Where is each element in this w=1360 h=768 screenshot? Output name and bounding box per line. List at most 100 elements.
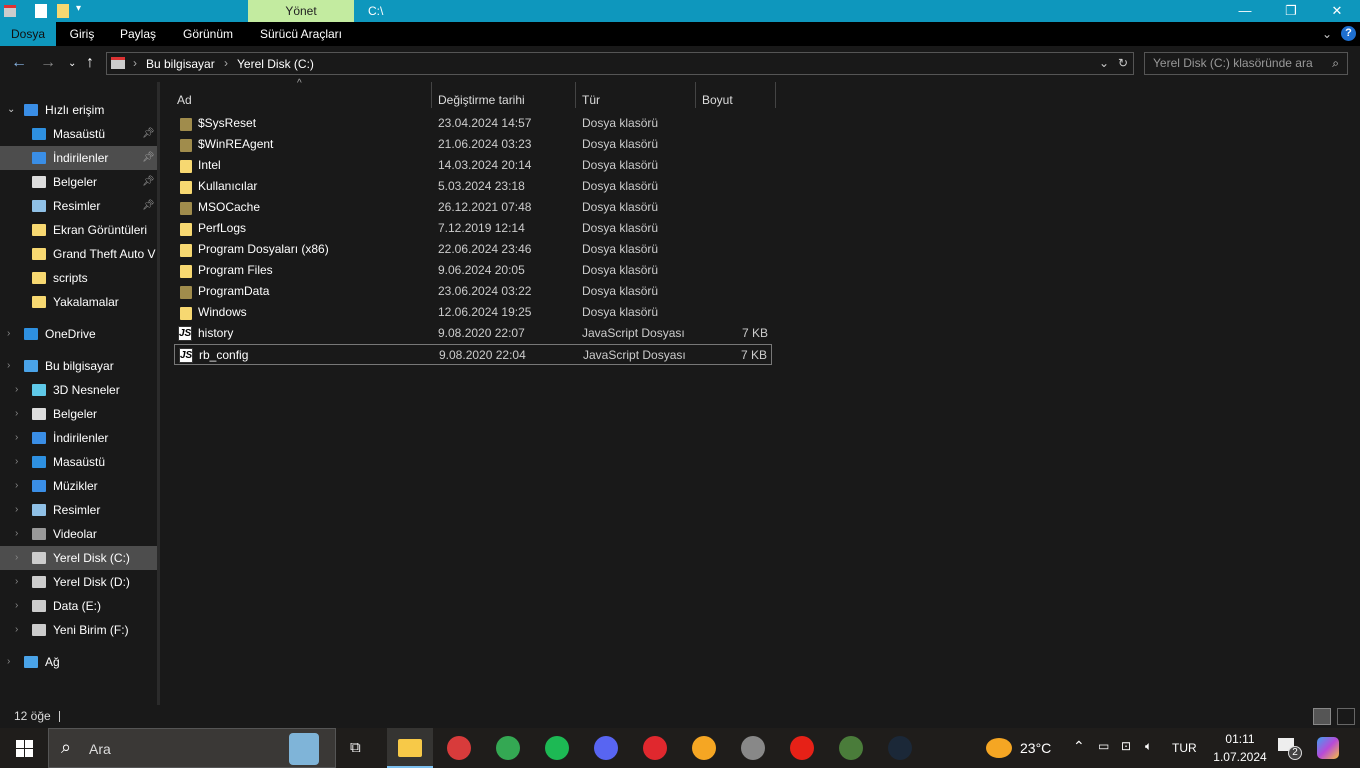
clock-date[interactable]: 1.07.2024	[1208, 750, 1272, 764]
chevron-right-icon[interactable]: ›	[15, 594, 18, 618]
sidebar-item[interactable]: › 3D Nesneler	[0, 378, 157, 402]
sidebar-item[interactable]: Grand Theft Auto V	[0, 242, 157, 266]
chevron-right-icon[interactable]: ›	[15, 618, 18, 642]
sidebar-item[interactable]: › Ağ	[0, 650, 157, 674]
customize-toolbar-icon[interactable]: ▾	[76, 3, 81, 14]
chevron-right-icon[interactable]: ›	[15, 402, 18, 426]
help-icon[interactable]: ?	[1341, 26, 1356, 41]
column-header-name[interactable]: Ad	[177, 88, 192, 112]
column-divider[interactable]	[575, 82, 576, 108]
sidebar-item[interactable]: › Yerel Disk (D:)	[0, 570, 157, 594]
file-row[interactable]: PerfLogs 7.12.2019 12:14 Dosya klasörü	[174, 218, 772, 239]
clock-time[interactable]: 01:11	[1220, 732, 1260, 746]
search-input[interactable]: Yerel Disk (C:) klasöründe ara ⌕	[1144, 52, 1348, 75]
discord-taskbar-icon[interactable]	[594, 736, 618, 760]
file-row[interactable]: Program Files 9.06.2024 20:05 Dosya klas…	[174, 260, 772, 281]
volume-icon[interactable]: 🔈︎	[1145, 739, 1152, 754]
sidebar-item[interactable]: Ekran Görüntüleri	[0, 218, 157, 242]
chevron-right-icon[interactable]: ›	[7, 354, 10, 378]
spotify-taskbar-icon[interactable]	[545, 736, 569, 760]
up-button[interactable]: ↑	[86, 54, 94, 72]
app-car-taskbar-icon[interactable]	[741, 736, 765, 760]
forward-button[interactable]: →	[40, 54, 56, 72]
details-view-button[interactable]	[1313, 708, 1331, 725]
show-hidden-icons[interactable]: ⌃	[1073, 738, 1085, 755]
new-folder-icon[interactable]	[57, 4, 69, 18]
sidebar-item[interactable]: Belgeler 📌︎	[0, 170, 157, 194]
file-row[interactable]: $WinREAgent 21.06.2024 03:23 Dosya klasö…	[174, 134, 772, 155]
column-header-date[interactable]: Değiştirme tarihi	[438, 88, 525, 112]
windows-start-icon[interactable]	[16, 740, 33, 757]
app-youtube-taskbar-icon[interactable]	[790, 736, 814, 760]
pin-icon[interactable]: 📌︎	[142, 146, 155, 170]
address-bar[interactable]: › Bu bilgisayar › Yerel Disk (C:) ⌄ ↻	[106, 52, 1134, 75]
sidebar-item[interactable]: › Videolar	[0, 522, 157, 546]
app-red-taskbar-icon[interactable]	[447, 736, 471, 760]
sidebar-item[interactable]: › Yeni Birim (F:)	[0, 618, 157, 642]
sidebar-item[interactable]: › Müzikler	[0, 474, 157, 498]
column-divider[interactable]	[695, 82, 696, 108]
task-view-icon[interactable]: ⧉	[350, 739, 361, 756]
tab-share[interactable]: Paylaş	[108, 22, 168, 46]
chevron-right-icon[interactable]: ›	[7, 650, 10, 674]
file-row[interactable]: Kullanıcılar 5.03.2024 23:18 Dosya klasö…	[174, 176, 772, 197]
context-tab-manage[interactable]: Yönet	[248, 0, 354, 22]
weather-icon[interactable]	[986, 738, 1012, 758]
chevron-right-icon[interactable]: ›	[15, 378, 18, 402]
sidebar-item[interactable]: › İndirilenler	[0, 426, 157, 450]
pin-icon[interactable]: 📌︎	[142, 122, 155, 146]
column-header-type[interactable]: Tür	[582, 88, 600, 112]
copilot-icon[interactable]	[1317, 737, 1339, 759]
tab-view[interactable]: Görünüm	[168, 22, 248, 46]
column-divider[interactable]	[431, 82, 432, 108]
maximize-button[interactable]: ❐	[1268, 0, 1314, 22]
camera-icon[interactable]: ▭	[1098, 739, 1109, 753]
file-row[interactable]: ProgramData 23.06.2024 03:22 Dosya klasö…	[174, 281, 772, 302]
ribbon-collapse-icon[interactable]: ⌄	[1322, 27, 1332, 41]
recent-locations-icon[interactable]: ⌄	[68, 58, 76, 69]
address-dropdown-icon[interactable]: ⌄	[1099, 56, 1109, 70]
amd-taskbar-icon[interactable]	[643, 736, 667, 760]
sidebar-item[interactable]: Resimler 📌︎	[0, 194, 157, 218]
pin-icon[interactable]: 📌︎	[142, 170, 155, 194]
sidebar-item[interactable]: › Bu bilgisayar	[0, 354, 157, 378]
chevron-right-icon[interactable]: ›	[15, 522, 18, 546]
chevron-right-icon[interactable]: ›	[15, 570, 18, 594]
chevron-right-icon[interactable]: ›	[15, 426, 18, 450]
file-row[interactable]: JS history 9.08.2020 22:07 JavaScript Dos…	[174, 323, 772, 344]
chevron-right-icon[interactable]: ›	[15, 450, 18, 474]
file-row[interactable]: MSOCache 26.12.2021 07:48 Dosya klasörü	[174, 197, 772, 218]
sidebar-item[interactable]: Yakalamalar	[0, 290, 157, 314]
gta-v-taskbar-icon[interactable]	[839, 736, 863, 760]
chevron-right-icon[interactable]: ›	[15, 474, 18, 498]
chevron-right-icon[interactable]: ›	[7, 322, 10, 346]
file-row[interactable]: $SysReset 23.04.2024 14:57 Dosya klasörü	[174, 113, 772, 134]
chevron-right-icon[interactable]: ›	[15, 546, 18, 570]
input-language[interactable]: TUR	[1172, 741, 1197, 755]
app-orange-taskbar-icon[interactable]	[692, 736, 716, 760]
file-row[interactable]: JS rb_config 9.08.2020 22:04 JavaScript D…	[174, 344, 772, 365]
back-button[interactable]: ←	[11, 54, 27, 72]
file-row[interactable]: Windows 12.06.2024 19:25 Dosya klasörü	[174, 302, 772, 323]
minimize-button[interactable]: —	[1222, 0, 1268, 22]
sidebar-item[interactable]: › Masaüstü	[0, 450, 157, 474]
chrome-taskbar-icon[interactable]	[496, 736, 520, 760]
close-button[interactable]: ✕	[1314, 0, 1360, 22]
sidebar-item[interactable]: › Resimler	[0, 498, 157, 522]
network-icon[interactable]: ⊡	[1121, 739, 1131, 753]
sidebar-item[interactable]: › Belgeler	[0, 402, 157, 426]
large-icons-view-button[interactable]	[1337, 708, 1355, 725]
sidebar-item[interactable]: scripts	[0, 266, 157, 290]
column-header-size[interactable]: Boyut	[702, 88, 733, 112]
sidebar-item[interactable]: İndirilenler 📌︎	[0, 146, 157, 170]
sidebar-item[interactable]: › Data (E:)	[0, 594, 157, 618]
steam-taskbar-icon[interactable]	[888, 736, 912, 760]
pin-icon[interactable]: 📌︎	[142, 194, 155, 218]
tab-file[interactable]: Dosya	[0, 22, 56, 46]
chevron-right-icon[interactable]: ›	[15, 498, 18, 522]
chevron-down-icon[interactable]: ⌄	[7, 98, 15, 122]
taskbar-search-box[interactable]: ⌕ Ara	[48, 728, 336, 768]
file-row[interactable]: Intel 14.03.2024 20:14 Dosya klasörü	[174, 155, 772, 176]
breadcrumb-drive-c[interactable]: Yerel Disk (C:)	[237, 57, 314, 71]
sidebar-item[interactable]: Masaüstü 📌︎	[0, 122, 157, 146]
